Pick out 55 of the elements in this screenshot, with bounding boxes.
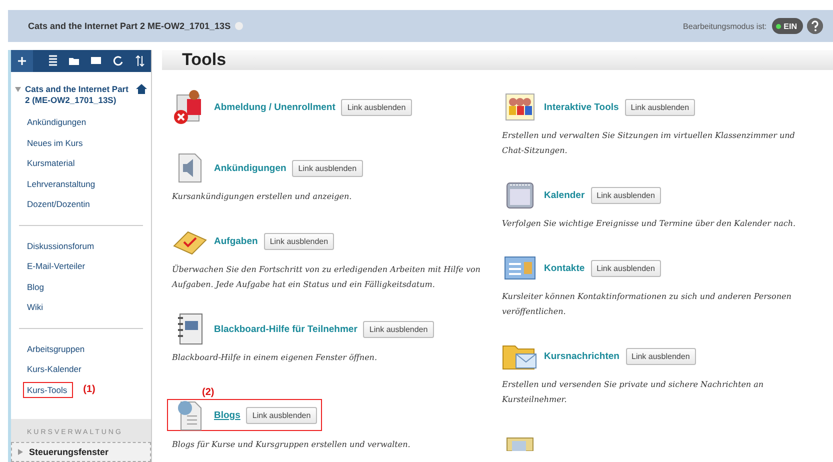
hide-link-button[interactable]: Link ausblenden	[292, 160, 363, 176]
add-icon[interactable]	[11, 50, 33, 72]
sidebar-link[interactable]: E-Mail-Verteiler	[23, 258, 92, 274]
hide-link-button[interactable]: Link ausblenden	[363, 320, 434, 338]
edit-mode-toggle[interactable]: EIN	[772, 18, 803, 34]
tool-link[interactable]: Interaktive Tools	[544, 102, 619, 112]
gradebook-icon	[506, 437, 534, 451]
tool-link[interactable]: Abmeldung / Unenrollment	[214, 102, 336, 112]
people-icon	[505, 93, 535, 121]
tool-description: Verfolgen Sie wichtige Ereignisse und Termine über den Kalender nach.	[502, 218, 797, 230]
course-title: Cats and the Internet Part 2 ME-OW2_1701_13S	[28, 21, 231, 31]
tool-description: Überwachen Sie den Fortschritt von zu erledigenden Arbeiten mit Hilfe von Aufgaben. Jede Aufgabe hat ein Status und ein Fälligkeitsdatum.	[172, 264, 482, 291]
hide-link-button[interactable]: Link ausblenden	[590, 186, 661, 204]
tool-link[interactable]: Aufgaben	[214, 236, 258, 246]
sidebar-link[interactable]: Neues im Kurs	[23, 134, 89, 151]
sidebar-link[interactable]: Arbeitsgruppen	[23, 340, 91, 357]
tool-link[interactable]: Kalender	[544, 190, 585, 200]
tool-link[interactable]: Blogs	[214, 410, 240, 420]
calendar-icon	[505, 180, 535, 210]
hide-link-button[interactable]: Link ausblenden	[624, 98, 696, 116]
hide-link-button[interactable]: Link ausblenden	[341, 98, 412, 116]
hide-link-button[interactable]: Link ausblenden	[590, 260, 661, 276]
tool-description: Blackboard-Hilfe in einem eigenen Fenster öffnen.	[172, 352, 378, 364]
sidebar-link[interactable]: Kursmaterial	[23, 155, 81, 172]
tool-description: Kursankündigungen erstellen und anzeigen.	[172, 191, 353, 203]
sidebar-link[interactable]: Blog	[23, 278, 50, 295]
tool-description: Blogs für Kurse und Kursgruppen erstellen und verwalten.	[172, 439, 412, 451]
sidebar-link[interactable]: Wiki	[23, 299, 50, 316]
page-title: Tools	[162, 50, 833, 70]
tool-link[interactable]: Kursnachrichten	[544, 350, 620, 362]
expand-icon[interactable]	[15, 87, 21, 92]
sidebar-link[interactable]: Kurs-Kalender	[23, 361, 88, 378]
panel-link[interactable]: Steuerungsfenster	[11, 442, 151, 462]
edit-mode-label: Bearbeitungsmodus ist:	[683, 22, 767, 30]
home-icon	[136, 84, 147, 94]
sidebar-link[interactable]: Kurs-Tools	[23, 382, 74, 398]
annotation-label: (1)	[83, 384, 96, 396]
notebook-icon	[175, 312, 205, 346]
sidebar-link[interactable]: Ankündigungen	[23, 114, 92, 130]
sidebar-link[interactable]: Dozent/Dozentin	[23, 196, 96, 212]
tool-description: Erstellen und versenden Sie private und sichere Nachrichten an Kursteilnehmer.	[502, 379, 765, 406]
hide-link-button[interactable]: Link ausblenden	[264, 232, 334, 250]
tool-description: Erstellen und verwalten Sie Sitzungen im virtuellen Klassenzimmer und Chat-Sitzungen.	[502, 130, 796, 157]
contact-card-icon	[504, 254, 536, 282]
tool-description: Kursleiter können Kontaktinformationen zu sich und anderen Personen veröffentlichen.	[502, 291, 792, 318]
sidebar-link[interactable]: Diskussionsforum	[23, 238, 100, 254]
tool-link[interactable]: Kontakte	[544, 262, 585, 274]
help-icon[interactable]	[807, 18, 823, 34]
sidebar-link[interactable]: Lehrveranstaltung	[23, 176, 102, 192]
tool-link[interactable]: Blackboard-Hilfe für Teilnehmer	[214, 324, 358, 334]
hide-link-button[interactable]: Link ausblenden	[246, 406, 317, 424]
hide-link-button[interactable]: Link ausblenden	[626, 348, 696, 364]
annotation-label: (2)	[202, 387, 216, 400]
course-name[interactable]: Cats and the Internet Part 2 (ME-OW2_1701_13S)	[25, 84, 132, 106]
tool-link[interactable]: Ankündigungen	[214, 162, 286, 174]
